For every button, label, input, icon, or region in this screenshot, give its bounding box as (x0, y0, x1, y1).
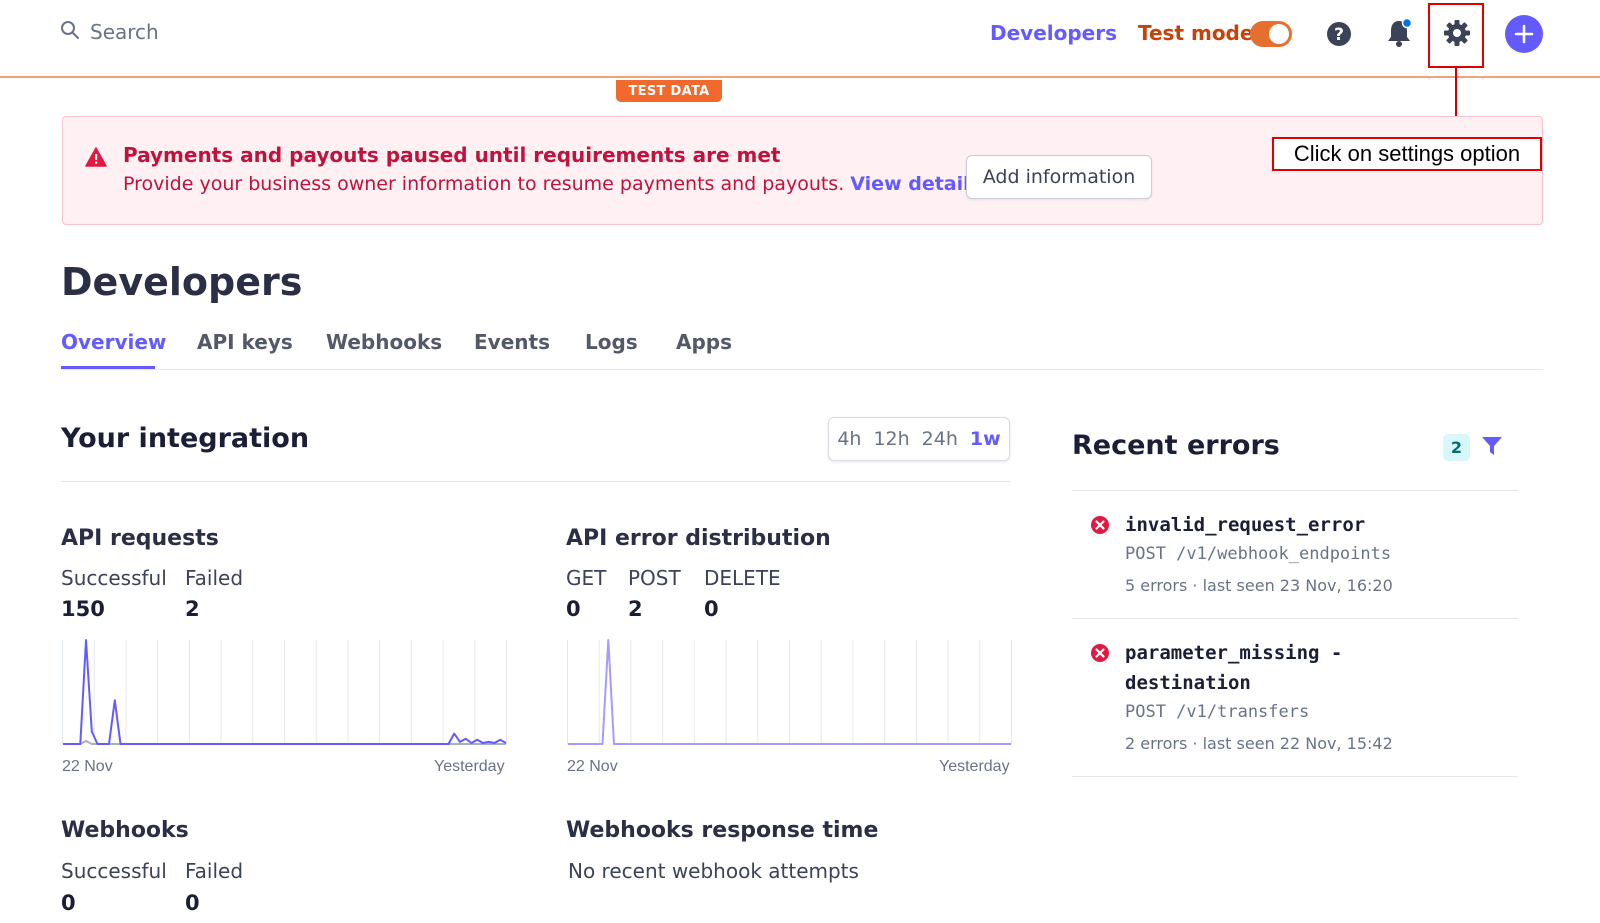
warning-icon (85, 147, 107, 171)
error-meta: 5 errors · last seen 23 Nov, 16:20 (1125, 576, 1393, 595)
api-errors-title: API error distribution (566, 526, 831, 551)
api-successful-label: Successful (61, 566, 167, 590)
search-label: Search (90, 20, 159, 44)
api-requests-chart (62, 639, 507, 745)
integration-divider (61, 481, 1010, 482)
api-errors-x-end: Yesterday (939, 758, 1010, 775)
error-code: parameter_missing - destination (1125, 642, 1343, 694)
webhooks-title: Webhooks (61, 818, 189, 843)
range-1w[interactable]: 1w (970, 428, 1001, 450)
developers-link[interactable]: Developers (990, 21, 1117, 45)
alert-body-text: Provide your business owner information … (123, 173, 845, 195)
webhooks-failed-label: Failed (185, 859, 244, 883)
alert-body: Provide your business owner information … (123, 173, 981, 195)
filter-icon[interactable] (1480, 434, 1504, 462)
time-range-selector: 4h 12h 24h 1w (828, 417, 1010, 461)
svg-text:?: ? (1334, 25, 1344, 45)
range-12h[interactable]: 12h (873, 428, 909, 450)
api-failed-label: Failed (185, 566, 244, 590)
top-bar: Search Developers Test mode ? (0, 0, 1600, 78)
view-details-link[interactable]: View details (850, 173, 981, 195)
error-path: POST /v1/webhook_endpoints (1125, 544, 1392, 564)
api-errors-get-value: 0 (566, 597, 581, 621)
search-bar[interactable]: Search (60, 20, 159, 44)
api-requests-x-end: Yesterday (434, 758, 505, 775)
error-x-icon (1090, 643, 1110, 667)
annotation-callout: Click on settings option (1272, 137, 1542, 171)
page-title: Developers (61, 260, 303, 304)
api-errors-post-label: POST (628, 566, 681, 590)
tab-bar: Overview API keys Webhooks Events Logs A… (61, 318, 1543, 370)
plus-icon[interactable] (1505, 15, 1543, 53)
test-data-badge: TEST DATA (616, 80, 722, 102)
api-errors-post-value: 2 (628, 597, 643, 621)
api-errors-delete-label: DELETE (704, 566, 781, 590)
tab-api-keys[interactable]: API keys (197, 330, 293, 354)
error-item-divider (1072, 776, 1518, 777)
active-tab-indicator (61, 366, 155, 369)
tab-events[interactable]: Events (474, 330, 550, 354)
tab-apps[interactable]: Apps (676, 330, 732, 354)
errors-count-badge: 2 (1443, 434, 1470, 461)
api-errors-delete-value: 0 (704, 597, 719, 621)
error-meta: 2 errors · last seen 22 Nov, 15:42 (1125, 734, 1393, 753)
integration-title: Your integration (61, 423, 310, 454)
alert-title: Payments and payouts paused until requir… (123, 143, 781, 167)
recent-errors-divider (1072, 490, 1518, 491)
tab-logs[interactable]: Logs (585, 330, 638, 354)
api-errors-chart (567, 639, 1012, 745)
api-successful-value: 150 (61, 597, 105, 621)
webhooks-response-title: Webhooks response time (566, 818, 879, 843)
test-mode-label: Test mode (1138, 21, 1254, 45)
recent-errors-title: Recent errors (1072, 430, 1280, 461)
search-icon (60, 20, 80, 44)
error-code: invalid_request_error (1125, 514, 1366, 536)
gear-highlight-box (1428, 3, 1484, 68)
error-path: POST /v1/transfers (1125, 702, 1310, 722)
webhooks-successful-value: 0 (61, 891, 76, 915)
api-errors-get-label: GET (566, 566, 607, 590)
api-failed-value: 2 (185, 597, 200, 621)
add-information-button[interactable]: Add information (966, 155, 1152, 199)
error-list-item[interactable]: parameter_missing - destination POST /v1… (1072, 636, 1518, 776)
bell-icon[interactable] (1384, 17, 1414, 49)
webhooks-successful-label: Successful (61, 859, 167, 883)
error-x-icon (1090, 515, 1110, 539)
tab-webhooks[interactable]: Webhooks (326, 330, 442, 354)
range-4h[interactable]: 4h (837, 428, 861, 450)
help-icon[interactable]: ? (1324, 19, 1354, 49)
webhooks-empty-text: No recent webhook attempts (568, 859, 859, 883)
api-requests-x-start: 22 Nov (62, 758, 113, 775)
test-mode-toggle[interactable] (1250, 21, 1292, 47)
error-item-divider (1072, 618, 1518, 619)
api-errors-x-start: 22 Nov (567, 758, 618, 775)
range-24h[interactable]: 24h (922, 428, 958, 450)
tab-overview[interactable]: Overview (61, 330, 166, 354)
error-list-item[interactable]: invalid_request_error POST /v1/webhook_e… (1072, 508, 1518, 618)
webhooks-failed-value: 0 (185, 891, 200, 915)
api-requests-title: API requests (61, 526, 219, 551)
